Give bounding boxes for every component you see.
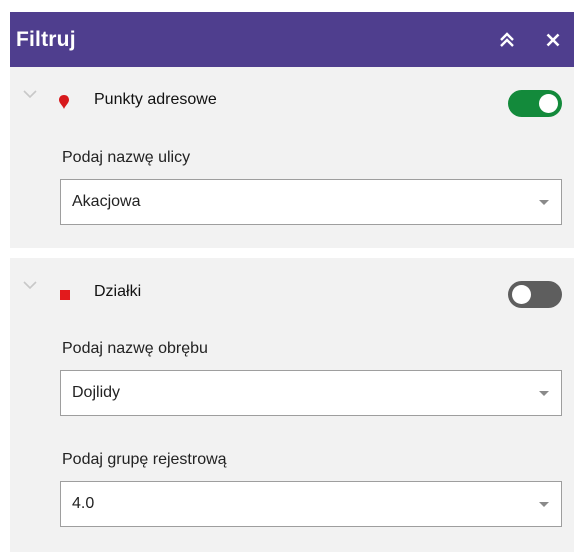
field-label-grupa: Podaj grupę rejestrową <box>62 451 227 468</box>
caret-down-icon <box>539 391 549 396</box>
field-label-obreb: Podaj nazwę obrębu <box>62 340 208 357</box>
street-select[interactable]: Akacjowa <box>60 179 562 225</box>
double-chevron-up-icon <box>500 31 514 47</box>
layer-label: Punkty adresowe <box>94 91 217 108</box>
header-actions <box>498 31 562 49</box>
toggle-knob <box>512 285 531 304</box>
close-button[interactable] <box>544 31 562 49</box>
collapse-panel-button[interactable] <box>498 31 516 49</box>
section-divider <box>10 248 574 258</box>
panel-header: Filtruj <box>10 12 574 67</box>
red-square-icon <box>60 290 70 300</box>
chevron-down-icon[interactable] <box>22 280 38 290</box>
grupa-select-value: 4.0 <box>72 495 95 512</box>
layer-label: Działki <box>94 283 142 300</box>
layer-section-punkty-adresowe: Punkty adresowe Podaj nazwę ulicy Akacjo… <box>10 67 574 248</box>
caret-down-icon <box>539 200 549 205</box>
layer-section-dzialki: Działki Podaj nazwę obrębu Dojlidy Podaj… <box>10 258 574 552</box>
obreb-select[interactable]: Dojlidy <box>60 370 562 416</box>
street-select-value: Akacjowa <box>72 193 141 210</box>
grupa-select[interactable]: 4.0 <box>60 481 562 527</box>
obreb-select-value: Dojlidy <box>72 384 121 401</box>
layer-toggle-dzialki[interactable] <box>508 281 562 308</box>
toggle-knob <box>539 94 558 113</box>
filter-panel: Filtruj Punkty adresowe Podaj nazwę ulic… <box>10 12 574 553</box>
red-pin-icon <box>59 95 69 109</box>
layer-toggle-punkty-adresowe[interactable] <box>508 90 562 117</box>
panel-title: Filtruj <box>16 27 76 51</box>
caret-down-icon <box>539 502 549 507</box>
chevron-down-icon[interactable] <box>22 89 38 99</box>
close-icon <box>546 33 560 46</box>
field-label-ulica: Podaj nazwę ulicy <box>62 149 191 166</box>
